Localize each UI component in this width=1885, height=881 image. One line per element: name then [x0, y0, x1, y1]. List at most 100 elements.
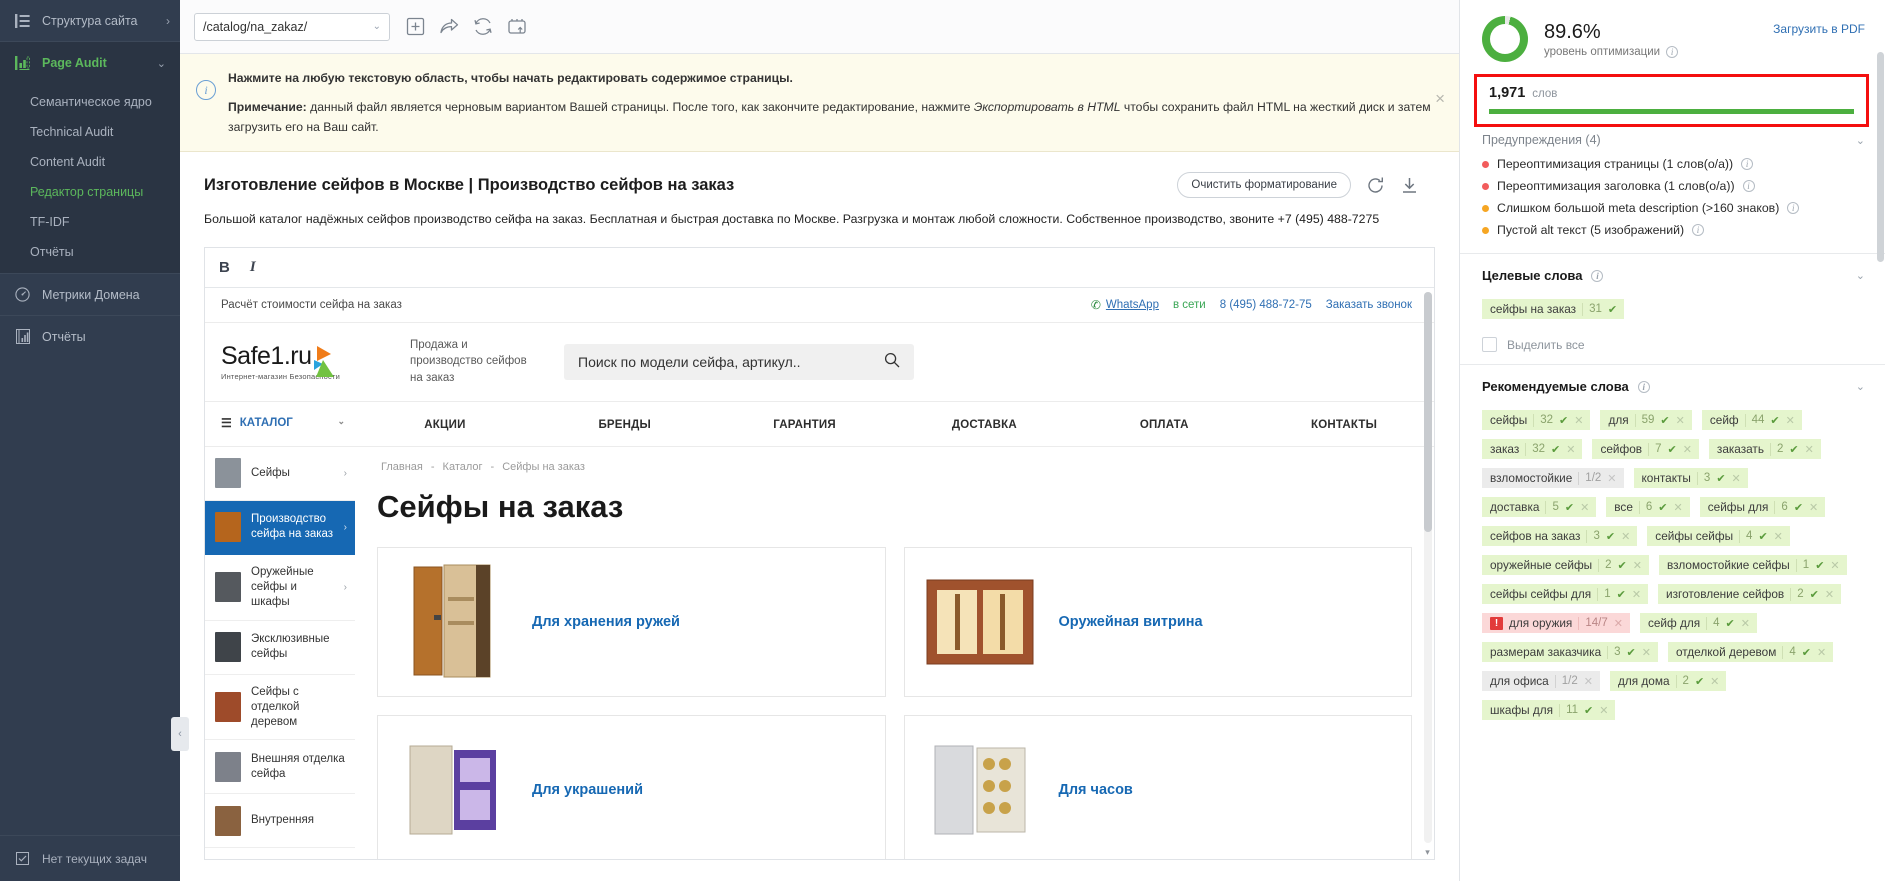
close-icon[interactable]: ✕: [1825, 588, 1834, 601]
breadcrumb-home[interactable]: Главная: [381, 461, 423, 473]
close-icon[interactable]: ✕: [1817, 646, 1826, 659]
info-icon[interactable]: i: [1637, 380, 1650, 393]
sidebar-collapse-button[interactable]: ‹: [171, 717, 189, 751]
category-item[interactable]: Сейфы ›: [205, 447, 355, 501]
keyword-chip[interactable]: взломостойкие 1/2 ✕: [1482, 468, 1624, 488]
sidebar-item-content-audit[interactable]: Content Audit: [0, 147, 180, 177]
keyword-chip[interactable]: оружейные сейфы 2 ✔ ✕: [1482, 555, 1649, 575]
nav-item-contacts[interactable]: КОНТАКТЫ: [1254, 419, 1434, 431]
scroll-down-icon[interactable]: ▾: [1422, 847, 1433, 858]
site-preview[interactable]: Расчёт стоимости сейфа на заказ ✆ WhatsA…: [205, 288, 1434, 860]
close-icon[interactable]: ✕: [1642, 646, 1651, 659]
info-icon[interactable]: i: [1741, 158, 1754, 170]
close-icon[interactable]: ✕: [1614, 617, 1623, 630]
close-icon[interactable]: ✕: [1584, 675, 1593, 688]
search-icon[interactable]: [884, 352, 900, 371]
editor-scrollbar[interactable]: [1424, 291, 1432, 844]
keyword-chip[interactable]: для офиса 1/2 ✕: [1482, 671, 1600, 691]
sidebar-item-tf-idf[interactable]: TF-IDF: [0, 207, 180, 237]
sidebar-item-site-structure[interactable]: Структура сайта ›: [0, 0, 180, 42]
keyword-chip[interactable]: изготовление сейфов 2 ✔ ✕: [1658, 584, 1842, 604]
select-all-row[interactable]: Выделить все: [1482, 337, 1865, 352]
keyword-chip[interactable]: сейфы сейфы 4 ✔ ✕: [1647, 526, 1790, 546]
product-card[interactable]: Оружейная витрина: [903, 546, 1412, 697]
keyword-chip[interactable]: заказ 32 ✔ ✕: [1482, 439, 1583, 459]
keyword-chip[interactable]: все 6 ✔ ✕: [1606, 497, 1690, 517]
keyword-chip[interactable]: для 59 ✔ ✕: [1600, 410, 1692, 430]
keyword-chip[interactable]: сейф для 4 ✔ ✕: [1639, 613, 1757, 633]
keyword-chip[interactable]: сейфы 32 ✔ ✕: [1482, 410, 1591, 430]
keyword-chip[interactable]: для дома 2 ✔ ✕: [1609, 671, 1727, 691]
keyword-chip[interactable]: сейфы для 6 ✔ ✕: [1699, 497, 1826, 517]
clear-formatting-button[interactable]: Очистить форматирование: [1177, 172, 1351, 199]
callback-link[interactable]: Заказать звонок: [1326, 299, 1412, 311]
category-item[interactable]: Эксклюзивные сейфы: [205, 621, 355, 675]
info-icon[interactable]: i: [1787, 202, 1800, 214]
chevron-down-icon[interactable]: ⌄: [1856, 134, 1865, 147]
close-icon[interactable]: ✕: [1805, 443, 1814, 456]
keyword-chip[interactable]: сейфы на заказ 31 ✔: [1482, 299, 1625, 319]
refresh-icon[interactable]: [472, 16, 494, 38]
category-item[interactable]: Оружейные сейфы и шкафы ›: [205, 555, 355, 621]
search-input[interactable]: Поиск по модели сейфа, артикул..: [578, 354, 801, 370]
category-item[interactable]: Внешняя отделка сейфа: [205, 740, 355, 795]
sidebar-item-reports[interactable]: Отчёты: [0, 315, 180, 357]
close-icon[interactable]: ✕: [1632, 588, 1641, 601]
close-icon[interactable]: ✕: [1830, 559, 1839, 572]
panel-scrollbar[interactable]: [1877, 52, 1884, 791]
product-card[interactable]: Для украшений: [377, 714, 886, 860]
share-icon[interactable]: [438, 16, 460, 38]
close-icon[interactable]: ✕: [1741, 617, 1750, 630]
close-icon[interactable]: ✕: [1621, 530, 1630, 543]
chevron-down-icon[interactable]: ⌄: [1856, 380, 1865, 393]
whatsapp-link[interactable]: ✆ WhatsApp: [1091, 298, 1159, 312]
close-icon[interactable]: ✕: [1809, 501, 1818, 514]
nav-item-promotions[interactable]: АКЦИИ: [355, 419, 535, 431]
keyword-chip[interactable]: сейфов на заказ 3 ✔ ✕: [1482, 526, 1638, 546]
scrollbar-thumb[interactable]: [1424, 291, 1432, 532]
close-icon[interactable]: ✕: [1633, 559, 1642, 572]
url-select[interactable]: /catalog/na_zakaz/ ⌄: [194, 12, 390, 41]
warnings-header[interactable]: Предупреждения (4) ⌄: [1460, 127, 1885, 151]
nav-item-payment[interactable]: ОПЛАТА: [1074, 419, 1254, 431]
sidebar-item-page-audit[interactable]: Page Audit ⌄: [0, 42, 180, 84]
select-all-checkbox[interactable]: [1482, 337, 1497, 352]
close-icon[interactable]: ✕: [1683, 443, 1692, 456]
category-item[interactable]: Сейфы с отделкой деревом: [205, 675, 355, 741]
breadcrumb-catalog[interactable]: Каталог: [443, 461, 483, 473]
close-icon[interactable]: ✕: [1607, 472, 1616, 485]
download-icon[interactable]: [1399, 175, 1419, 195]
refresh-icon[interactable]: [1365, 175, 1385, 195]
catalog-button[interactable]: ☰ КАТАЛОГ ⌄: [205, 402, 355, 430]
product-card[interactable]: Для часов: [903, 714, 1412, 860]
keyword-chip[interactable]: отделкой деревом 4 ✔ ✕: [1667, 642, 1834, 662]
keyword-chip[interactable]: ! для оружия 14/7 ✕: [1482, 613, 1630, 633]
close-icon[interactable]: ✕: [1732, 472, 1741, 485]
sidebar-item-domain-metrics[interactable]: Метрики Домена: [0, 273, 180, 315]
nav-item-warranty[interactable]: ГАРАНТИЯ: [715, 419, 895, 431]
keyword-chip[interactable]: сейфов 7 ✔ ✕: [1592, 439, 1699, 459]
sidebar-item-semantic-core[interactable]: Семантическое ядро: [0, 87, 180, 117]
bold-button[interactable]: B: [219, 259, 230, 276]
phone-number[interactable]: 8 (495) 488-72-75: [1220, 299, 1312, 311]
close-icon[interactable]: ✕: [1574, 414, 1583, 427]
site-logo[interactable]: Safe1.ru Интернет-магазин Безопасности: [221, 342, 386, 381]
sidebar-item-reports-sub[interactable]: Отчёты: [0, 237, 180, 267]
close-icon[interactable]: ✕: [1786, 414, 1795, 427]
close-icon[interactable]: ✕: [1710, 675, 1719, 688]
close-icon[interactable]: ✕: [1774, 530, 1783, 543]
product-card[interactable]: Для хранения ружей: [377, 546, 886, 697]
close-icon[interactable]: ✕: [1676, 414, 1685, 427]
info-icon[interactable]: i: [1692, 224, 1705, 236]
export-html-icon[interactable]: [506, 16, 528, 38]
category-item[interactable]: Внутренняя: [205, 794, 355, 849]
download-pdf-link[interactable]: Загрузить в PDF: [1773, 22, 1865, 36]
close-icon[interactable]: ✕: [1580, 501, 1589, 514]
scrollbar-thumb[interactable]: [1877, 52, 1884, 262]
close-icon[interactable]: ✕: [1674, 501, 1683, 514]
keyword-chip[interactable]: шкафы для 11 ✔ ✕: [1482, 700, 1616, 720]
add-page-icon[interactable]: [404, 16, 426, 38]
nav-item-delivery[interactable]: ДОСТАВКА: [894, 419, 1074, 431]
keyword-chip[interactable]: размерам заказчика 3 ✔ ✕: [1482, 642, 1658, 662]
close-icon[interactable]: ✕: [1599, 704, 1608, 717]
